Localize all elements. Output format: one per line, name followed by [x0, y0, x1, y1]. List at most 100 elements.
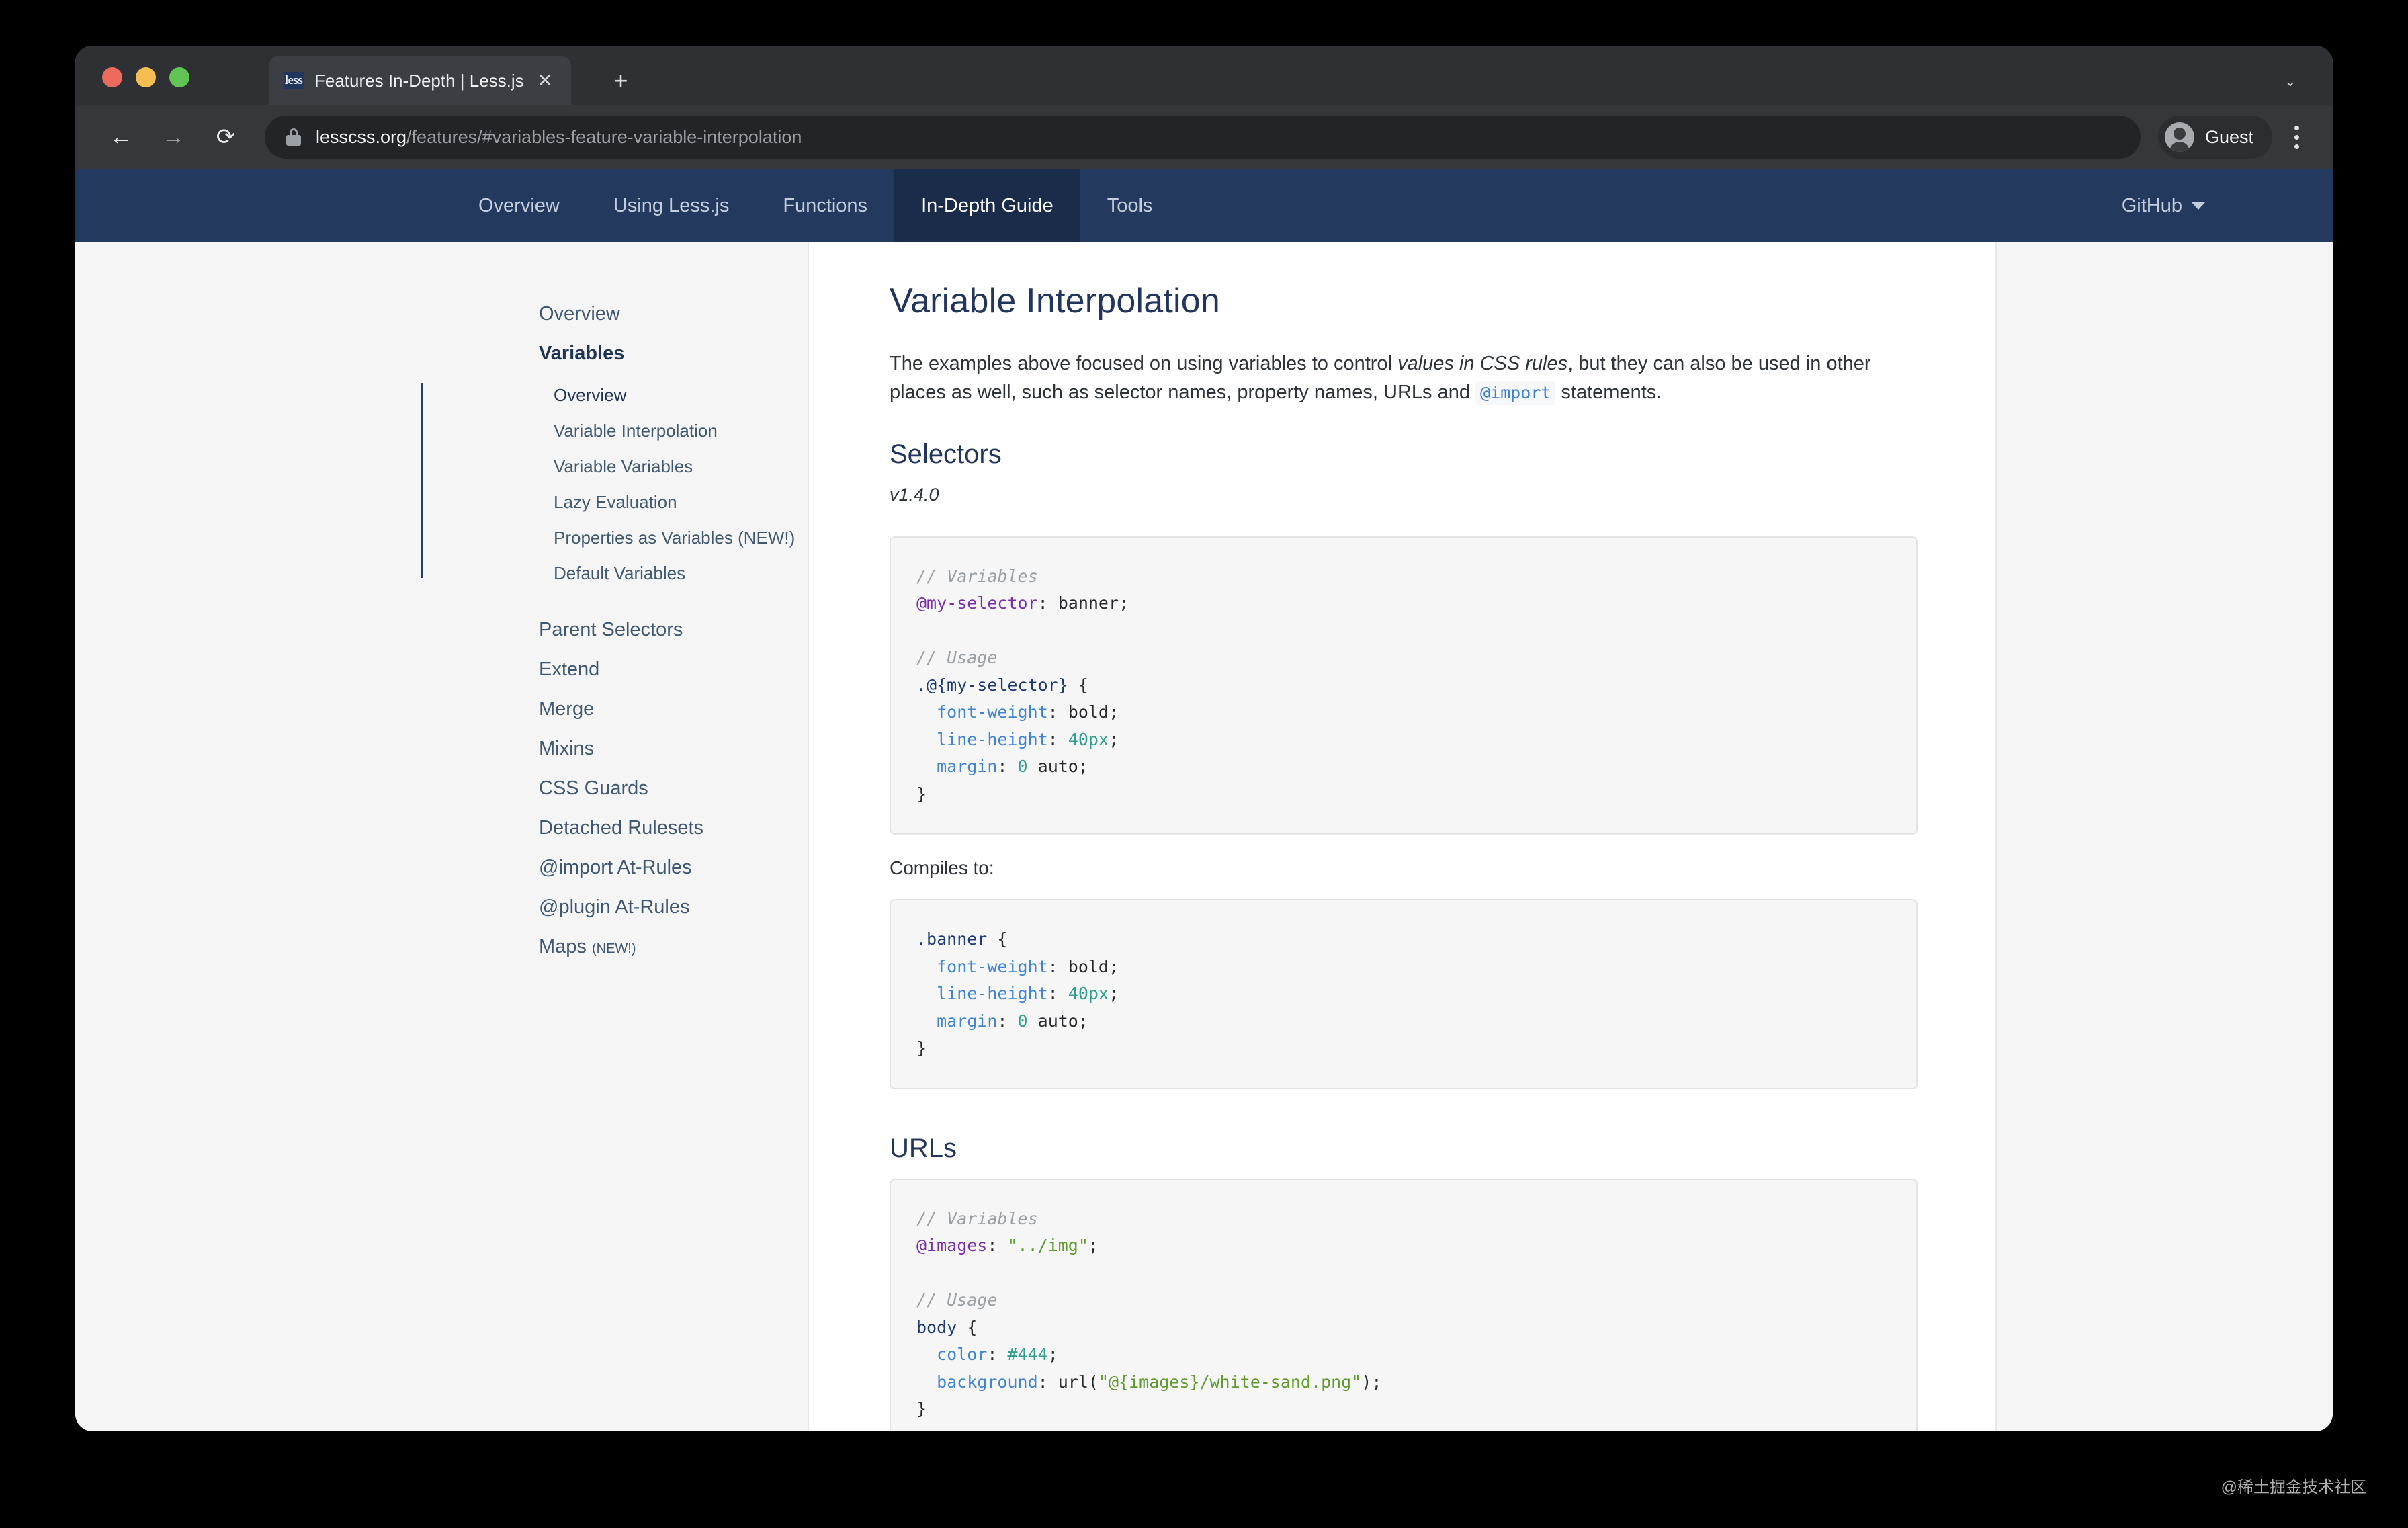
code-number: 40px [1068, 729, 1109, 749]
nav-item-in-depth-guide[interactable]: In-Depth Guide [894, 169, 1080, 242]
sidebar-subitem-overview[interactable]: Overview [539, 378, 808, 413]
sidebar-subnav: Overview Variable Interpolation Variable… [421, 378, 808, 591]
sidebar-subitem-variable-variables[interactable]: Variable Variables [539, 449, 808, 484]
code-text: : bold; [1047, 956, 1119, 976]
active-section-indicator [421, 383, 423, 578]
sidebar-item-merge[interactable]: Merge [539, 689, 808, 729]
code-comment: // Variables [916, 1208, 1038, 1228]
page-body: Overview Variables Overview Variable Int… [75, 242, 2333, 1431]
code-text: { [987, 929, 1008, 949]
sidebar-item-maps[interactable]: Maps (NEW!) [539, 927, 808, 967]
page-title: Variable Interpolation [890, 282, 1220, 321]
minimize-window-button[interactable] [136, 67, 156, 87]
sidebar-item-css-guards[interactable]: CSS Guards [539, 769, 808, 808]
sidebar-item-maps-label: Maps [539, 936, 592, 958]
code-text: : [1047, 984, 1068, 1004]
sidebar-subitem-variable-interpolation[interactable]: Variable Interpolation [539, 413, 808, 449]
code-comment: // Variables [916, 566, 1038, 586]
url-path: /features/#variables-feature-variable-in… [406, 126, 802, 147]
code-selector: .@{my-selector} [916, 675, 1068, 695]
code-property: line-height [916, 984, 1048, 1004]
lock-icon [286, 128, 301, 146]
nav-item-github[interactable]: GitHub [2095, 195, 2232, 217]
browser-tab-title: Features In-Depth | Less.js [314, 70, 523, 91]
browser-menu-icon[interactable] [2284, 116, 2309, 159]
window-controls [102, 67, 189, 87]
avatar [2164, 122, 2194, 152]
nav-item-functions[interactable]: Functions [756, 169, 894, 242]
reload-icon[interactable]: ⟳ [204, 116, 247, 159]
code-string: "@{images}/white-sand.png" [1098, 1371, 1362, 1392]
intro-text-part1: The examples above focused on using vari… [890, 353, 1398, 374]
address-bar-url: lesscss.org/features/#variables-feature-… [316, 127, 802, 148]
sidebar-item-mixins[interactable]: Mixins [539, 729, 808, 769]
nav-item-overview[interactable]: Overview [452, 169, 587, 242]
browser-tab-strip: less Features In-Depth | Less.js ✕ + ⌄ [75, 46, 2333, 105]
code-text: : url( [1037, 1371, 1099, 1392]
url-host: lesscss.org [316, 126, 407, 147]
sidebar-item-extend[interactable]: Extend [539, 650, 808, 689]
sidebar-item-detached-rulesets[interactable]: Detached Rulesets [539, 808, 808, 848]
code-selector: .banner [916, 929, 988, 949]
new-tab-button[interactable]: + [606, 66, 636, 95]
code-text: ; [1047, 1345, 1058, 1365]
intro-text-part3: statements. [1555, 381, 1662, 403]
intro-paragraph: The examples above focused on using vari… [890, 349, 1918, 407]
watermark: @稀土掘金技术社区 [2221, 1478, 2366, 1496]
code-property: margin [916, 757, 998, 777]
code-text: { [1068, 675, 1088, 695]
nav-item-tools[interactable]: Tools [1080, 169, 1180, 242]
code-comment: // Usage [916, 1290, 998, 1310]
close-tab-icon[interactable]: ✕ [533, 69, 556, 92]
sidebar-subitem-lazy-evaluation[interactable]: Lazy Evaluation [539, 484, 808, 520]
nav-item-using-lessjs[interactable]: Using Less.js [587, 169, 756, 242]
close-window-button[interactable] [102, 67, 122, 87]
page-viewport: Overview Using Less.js Functions In-Dept… [75, 169, 2333, 1431]
code-text: : [987, 1236, 1008, 1256]
forward-icon[interactable]: → [152, 116, 195, 159]
code-property: margin [916, 1011, 998, 1031]
back-icon[interactable]: ← [99, 116, 142, 159]
chevron-down-icon[interactable]: ⌄ [2284, 73, 2296, 90]
sidebar-item-variables[interactable]: Variables [539, 334, 808, 374]
code-text: ; [1088, 1236, 1099, 1256]
sidebar-subitem-default-variables[interactable]: Default Variables [539, 556, 808, 591]
sidebar: Overview Variables Overview Variable Int… [75, 242, 808, 1431]
code-text: : [997, 1011, 1018, 1031]
code-text: ); [1361, 1371, 1382, 1392]
sidebar-subitem-properties-as-variables[interactable]: Properties as Variables (NEW!) [539, 520, 808, 556]
address-bar[interactable]: lesscss.org/features/#variables-feature-… [265, 116, 2141, 159]
sidebar-item-import-at-rules[interactable]: @import At-Rules [539, 848, 808, 888]
code-brace: } [916, 1399, 927, 1419]
profile-button[interactable]: Guest [2157, 116, 2272, 159]
code-brace: } [916, 783, 927, 804]
code-property: line-height [916, 729, 1048, 749]
code-number: #444 [1007, 1345, 1048, 1365]
code-text: : [997, 757, 1018, 777]
code-variable: @my-selector [916, 593, 1038, 613]
sidebar-item-parent-selectors[interactable]: Parent Selectors [539, 610, 808, 650]
sidebar-item-overview[interactable]: Overview [539, 294, 808, 334]
browser-tab[interactable]: less Features In-Depth | Less.js ✕ [269, 56, 571, 105]
less-favicon-icon: less [284, 72, 304, 89]
code-variable: @images [916, 1236, 988, 1256]
code-string: "../img" [1007, 1236, 1088, 1256]
code-number: 0 [1017, 1011, 1028, 1031]
import-inline-code[interactable]: @import [1475, 380, 1556, 405]
code-text: : [987, 1345, 1008, 1365]
sidebar-item-plugin-at-rules[interactable]: @plugin At-Rules [539, 888, 808, 927]
right-gutter [1997, 242, 2333, 1431]
browser-window: less Features In-Depth | Less.js ✕ + ⌄ ←… [75, 46, 2333, 1431]
code-comment: // Usage [916, 648, 998, 668]
code-property: font-weight [916, 956, 1048, 976]
code-property: font-weight [916, 702, 1048, 722]
code-text: auto; [1027, 1011, 1088, 1031]
code-text: { [957, 1317, 978, 1337]
main-content: Variable Interpolation The examples abov… [808, 242, 1997, 1431]
code-brace: } [916, 1038, 927, 1058]
navbar-spacer [75, 169, 452, 242]
compiles-to-label: Compiles to: [890, 857, 994, 879]
maximize-window-button[interactable] [169, 67, 189, 87]
browser-toolbar: ← → ⟳ lesscss.org/features/#variables-fe… [75, 105, 2333, 169]
